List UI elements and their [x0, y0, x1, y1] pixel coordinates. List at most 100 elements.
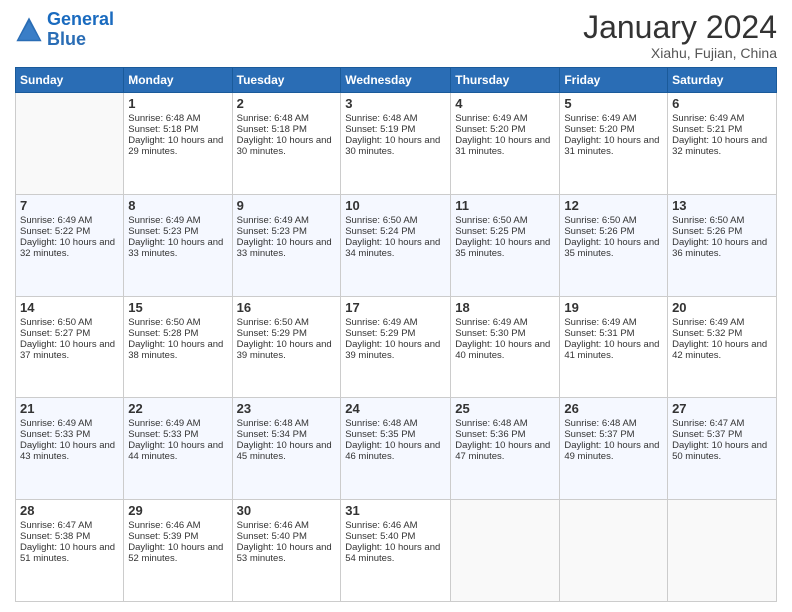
- daylight-text: Daylight: 10 hours and 35 minutes.: [455, 237, 550, 259]
- calendar-table: Sunday Monday Tuesday Wednesday Thursday…: [15, 67, 777, 602]
- sunset-text: Sunset: 5:25 PM: [455, 226, 525, 237]
- daylight-text: Daylight: 10 hours and 30 minutes.: [237, 135, 332, 157]
- day-number: 21: [20, 401, 119, 416]
- calendar-cell: 21Sunrise: 6:49 AMSunset: 5:33 PMDayligh…: [16, 398, 124, 500]
- daylight-text: Daylight: 10 hours and 34 minutes.: [345, 237, 440, 259]
- calendar-cell: 26Sunrise: 6:48 AMSunset: 5:37 PMDayligh…: [560, 398, 668, 500]
- daylight-text: Daylight: 10 hours and 31 minutes.: [455, 135, 550, 157]
- calendar-cell: [16, 93, 124, 195]
- sunrise-text: Sunrise: 6:50 AM: [455, 215, 527, 226]
- day-number: 29: [128, 503, 227, 518]
- daylight-text: Daylight: 10 hours and 39 minutes.: [237, 339, 332, 361]
- day-number: 5: [564, 96, 663, 111]
- calendar-week-row: 1Sunrise: 6:48 AMSunset: 5:18 PMDaylight…: [16, 93, 777, 195]
- sunset-text: Sunset: 5:19 PM: [345, 124, 415, 135]
- daylight-text: Daylight: 10 hours and 29 minutes.: [128, 135, 223, 157]
- day-number: 14: [20, 300, 119, 315]
- logo-text: General Blue: [47, 10, 114, 50]
- col-wednesday: Wednesday: [341, 68, 451, 93]
- col-monday: Monday: [124, 68, 232, 93]
- calendar-cell: 10Sunrise: 6:50 AMSunset: 5:24 PMDayligh…: [341, 194, 451, 296]
- col-friday: Friday: [560, 68, 668, 93]
- sunrise-text: Sunrise: 6:50 AM: [20, 317, 92, 328]
- sunset-text: Sunset: 5:27 PM: [20, 328, 90, 339]
- calendar-cell: 12Sunrise: 6:50 AMSunset: 5:26 PMDayligh…: [560, 194, 668, 296]
- sunset-text: Sunset: 5:36 PM: [455, 429, 525, 440]
- sunrise-text: Sunrise: 6:47 AM: [20, 520, 92, 531]
- daylight-text: Daylight: 10 hours and 52 minutes.: [128, 542, 223, 564]
- calendar-cell: 8Sunrise: 6:49 AMSunset: 5:23 PMDaylight…: [124, 194, 232, 296]
- calendar-cell: 14 Sunrise: 6:50 AMSunset: 5:27 PMDayligh…: [16, 296, 124, 398]
- sunset-text: Sunset: 5:40 PM: [345, 531, 415, 542]
- day-number: 30: [237, 503, 337, 518]
- sunrise-text: Sunrise: 6:48 AM: [345, 418, 417, 429]
- calendar-cell: 2Sunrise: 6:48 AMSunset: 5:18 PMDaylight…: [232, 93, 341, 195]
- calendar-cell: 4Sunrise: 6:49 AMSunset: 5:20 PMDaylight…: [451, 93, 560, 195]
- daylight-text: Daylight: 10 hours and 37 minutes.: [20, 339, 115, 361]
- sunrise-text: Sunrise: 6:49 AM: [564, 317, 636, 328]
- col-thursday: Thursday: [451, 68, 560, 93]
- sunset-text: Sunset: 5:18 PM: [237, 124, 307, 135]
- sunset-text: Sunset: 5:33 PM: [128, 429, 198, 440]
- day-number: 4: [455, 96, 555, 111]
- sunrise-text: Sunrise: 6:48 AM: [237, 113, 309, 124]
- logo-line1: General: [47, 9, 114, 29]
- daylight-text: Daylight: 10 hours and 50 minutes.: [672, 440, 767, 462]
- sunrise-text: Sunrise: 6:49 AM: [237, 215, 309, 226]
- sunrise-text: Sunrise: 6:49 AM: [128, 418, 200, 429]
- daylight-text: Daylight: 10 hours and 39 minutes.: [345, 339, 440, 361]
- calendar-cell: 16Sunrise: 6:50 AMSunset: 5:29 PMDayligh…: [232, 296, 341, 398]
- daylight-text: Daylight: 10 hours and 47 minutes.: [455, 440, 550, 462]
- calendar-cell: 5Sunrise: 6:49 AMSunset: 5:20 PMDaylight…: [560, 93, 668, 195]
- sunset-text: Sunset: 5:20 PM: [564, 124, 634, 135]
- sunrise-text: Sunrise: 6:49 AM: [455, 113, 527, 124]
- calendar-cell: 13Sunrise: 6:50 AMSunset: 5:26 PMDayligh…: [668, 194, 777, 296]
- calendar-cell: 29Sunrise: 6:46 AMSunset: 5:39 PMDayligh…: [124, 500, 232, 602]
- sunset-text: Sunset: 5:23 PM: [237, 226, 307, 237]
- sunrise-text: Sunrise: 6:48 AM: [564, 418, 636, 429]
- sunrise-text: Sunrise: 6:50 AM: [564, 215, 636, 226]
- sunset-text: Sunset: 5:31 PM: [564, 328, 634, 339]
- daylight-text: Daylight: 10 hours and 33 minutes.: [237, 237, 332, 259]
- sunrise-text: Sunrise: 6:46 AM: [128, 520, 200, 531]
- calendar-cell: 31Sunrise: 6:46 AMSunset: 5:40 PMDayligh…: [341, 500, 451, 602]
- sunset-text: Sunset: 5:35 PM: [345, 429, 415, 440]
- sunset-text: Sunset: 5:34 PM: [237, 429, 307, 440]
- calendar-week-row: 21 Sunrise: 6:49 AMSunset: 5:33 PM Dayligh…: [16, 398, 777, 500]
- daylight-text: Daylight: 10 hours and 42 minutes.: [672, 339, 767, 361]
- sunrise-text: Sunrise: 6:49 AM: [672, 317, 744, 328]
- daylight-text: Daylight: 10 hours and 49 minutes.: [564, 440, 659, 462]
- day-number: 18: [455, 300, 555, 315]
- calendar-cell: 22Sunrise: 6:49 AMSunset: 5:33 PMDayligh…: [124, 398, 232, 500]
- daylight-text: Daylight: 10 hours and 53 minutes.: [237, 542, 332, 564]
- calendar-cell: [668, 500, 777, 602]
- daylight-text: Daylight: 10 hours and 51 minutes.: [20, 542, 115, 564]
- location-subtitle: Xiahu, Fujian, China: [583, 45, 777, 61]
- daylight-text: Daylight: 10 hours and 32 minutes.: [672, 135, 767, 157]
- calendar-cell: 1Sunrise: 6:48 AMSunset: 5:18 PMDaylight…: [124, 93, 232, 195]
- day-number: 8: [128, 198, 227, 213]
- day-number: 1: [128, 96, 227, 111]
- day-number: 22: [128, 401, 227, 416]
- sunset-text: Sunset: 5:32 PM: [672, 328, 742, 339]
- sunrise-text: Sunrise: 6:49 AM: [20, 215, 92, 226]
- sunrise-text: Sunrise: 6:47 AM: [672, 418, 744, 429]
- sunrise-text: Sunrise: 6:46 AM: [345, 520, 417, 531]
- calendar-cell: 20Sunrise: 6:49 AMSunset: 5:32 PMDayligh…: [668, 296, 777, 398]
- sunset-text: Sunset: 5:40 PM: [237, 531, 307, 542]
- sunrise-text: Sunrise: 6:48 AM: [128, 113, 200, 124]
- sunset-text: Sunset: 5:37 PM: [564, 429, 634, 440]
- daylight-text: Daylight: 10 hours and 43 minutes.: [20, 440, 115, 462]
- day-number: 3: [345, 96, 446, 111]
- sunrise-text: Sunrise: 6:49 AM: [128, 215, 200, 226]
- daylight-text: Daylight: 10 hours and 30 minutes.: [345, 135, 440, 157]
- day-number: 9: [237, 198, 337, 213]
- sunrise-text: Sunrise: 6:46 AM: [237, 520, 309, 531]
- calendar-cell: [560, 500, 668, 602]
- calendar-cell: 30 Sunrise: 6:46 AMSunset: 5:40 PMDayligh…: [232, 500, 341, 602]
- daylight-text: Daylight: 10 hours and 31 minutes.: [564, 135, 659, 157]
- day-number: 17: [345, 300, 446, 315]
- day-number: 24: [345, 401, 446, 416]
- day-number: 19: [564, 300, 663, 315]
- calendar-body: 1Sunrise: 6:48 AMSunset: 5:18 PMDaylight…: [16, 93, 777, 602]
